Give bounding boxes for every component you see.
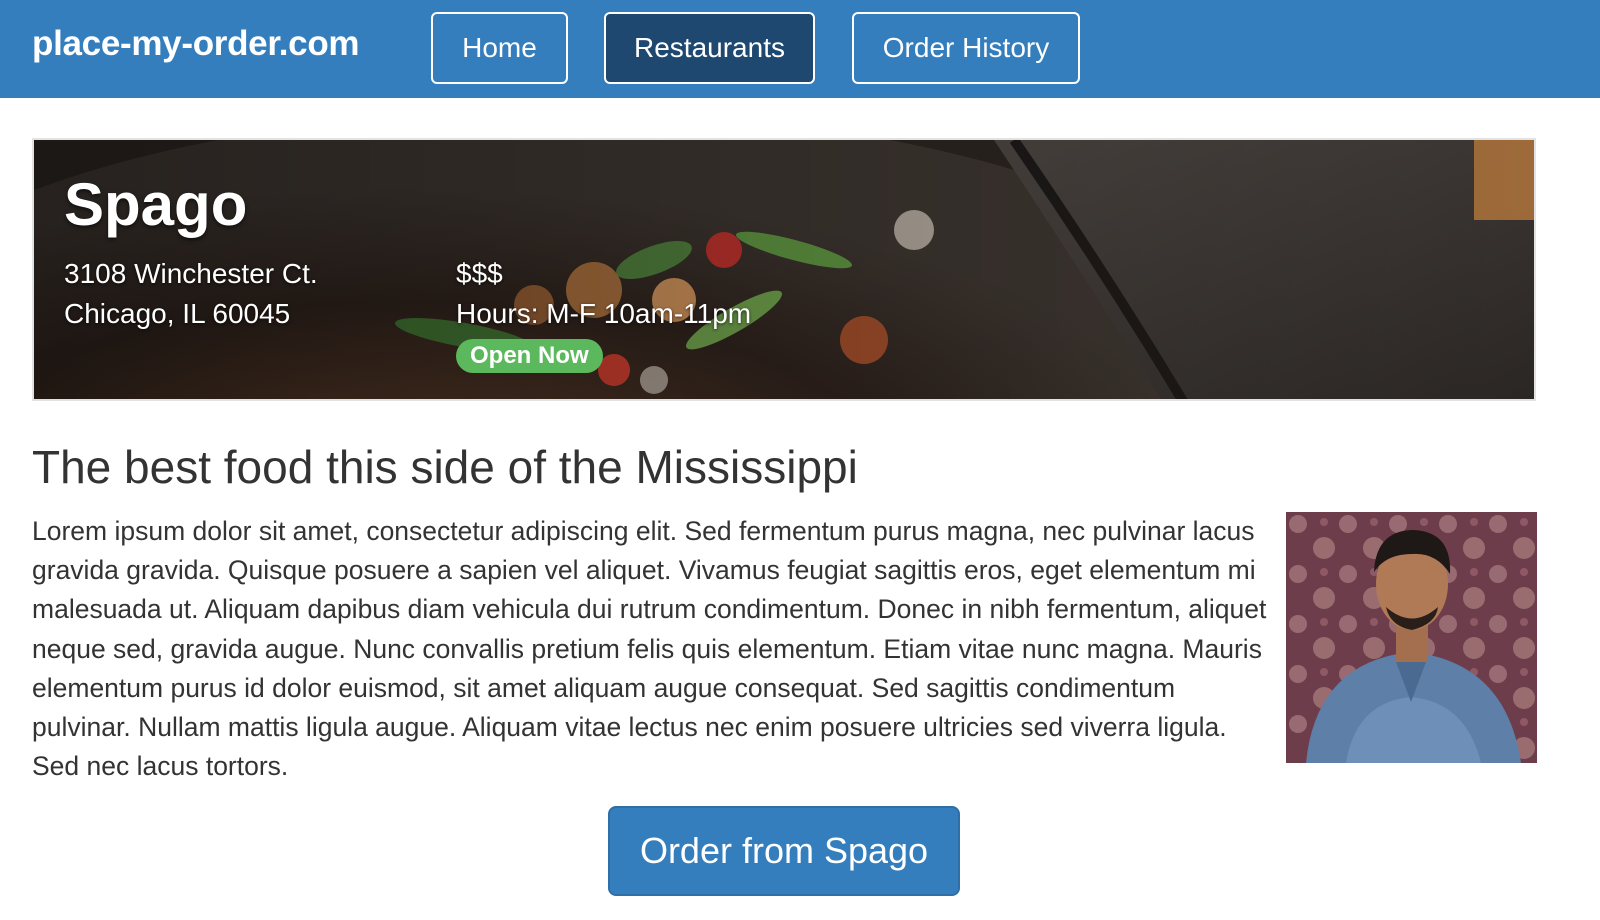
price-level: $$$ — [456, 258, 503, 289]
address-line-2: Chicago, IL 60045 — [64, 298, 291, 329]
restaurant-address: 3108 Winchester Ct. Chicago, IL 60045 — [64, 254, 318, 334]
navbar: place-my-order.com Home Restaurants Orde… — [0, 0, 1600, 98]
order-from-spago-button[interactable]: Order from Spago — [608, 806, 960, 896]
open-now-badge: Open Now — [456, 339, 603, 373]
page-heading: The best food this side of the Mississip… — [32, 441, 858, 493]
nav-restaurants-button[interactable]: Restaurants — [604, 12, 815, 84]
brand-logo[interactable]: place-my-order.com — [32, 24, 360, 64]
description-paragraph: Lorem ipsum dolor sit amet, consectetur … — [32, 516, 1267, 782]
address-line-1: 3108 Winchester Ct. — [64, 258, 318, 289]
restaurant-info: $$$ Hours: M-F 10am-11pm Open Now — [456, 254, 751, 374]
nav-home-button[interactable]: Home — [431, 12, 568, 84]
restaurant-banner: Spago 3108 Winchester Ct. Chicago, IL 60… — [32, 138, 1536, 401]
opening-hours: Hours: M-F 10am-11pm — [456, 298, 752, 329]
nav-order-history-button[interactable]: Order History — [852, 12, 1080, 84]
restaurant-name: Spago — [64, 171, 248, 238]
chef-photo — [1286, 512, 1537, 763]
